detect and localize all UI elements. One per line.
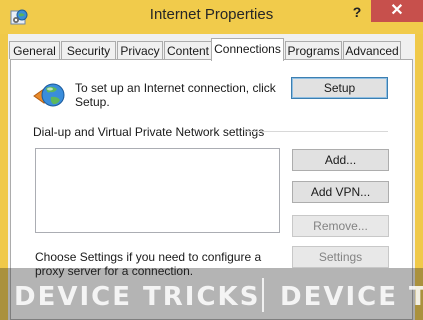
watermark-banner: DEVICE TRICKS DEVICE T (0, 268, 423, 320)
tab-advanced[interactable]: Advanced (343, 41, 401, 59)
connections-list[interactable] (35, 148, 280, 233)
watermark-separator (262, 278, 264, 312)
tab-strip: General Security Privacy Content Connect… (8, 38, 415, 61)
tab-connections[interactable]: Connections (211, 38, 284, 61)
tab-general[interactable]: General (9, 41, 60, 59)
watermark-text-right: DEVICE T (280, 282, 423, 312)
remove-button[interactable]: Remove... (292, 215, 389, 237)
dialup-vpn-group-label: Dial-up and Virtual Private Network sett… (33, 125, 265, 139)
tab-security[interactable]: Security (61, 41, 116, 59)
tab-content[interactable]: Content (164, 41, 212, 59)
setup-instructions: To set up an Internet connection, click … (75, 81, 276, 109)
close-icon: ✕ (390, 2, 404, 19)
group-divider (246, 131, 388, 132)
title-bar[interactable]: Internet Properties ? ✕ (0, 0, 423, 34)
settings-button[interactable]: Settings (292, 246, 389, 268)
watermark-text-left: DEVICE TRICKS (14, 282, 261, 312)
add-button[interactable]: Add... (292, 149, 389, 171)
setup-button[interactable]: Setup (291, 77, 388, 99)
close-button[interactable]: ✕ (371, 0, 423, 22)
help-button[interactable]: ? (343, 0, 371, 24)
tab-privacy[interactable]: Privacy (117, 41, 163, 59)
globe-network-icon (33, 83, 65, 107)
add-vpn-button[interactable]: Add VPN... (292, 181, 389, 203)
tab-programs[interactable]: Programs (285, 41, 342, 59)
